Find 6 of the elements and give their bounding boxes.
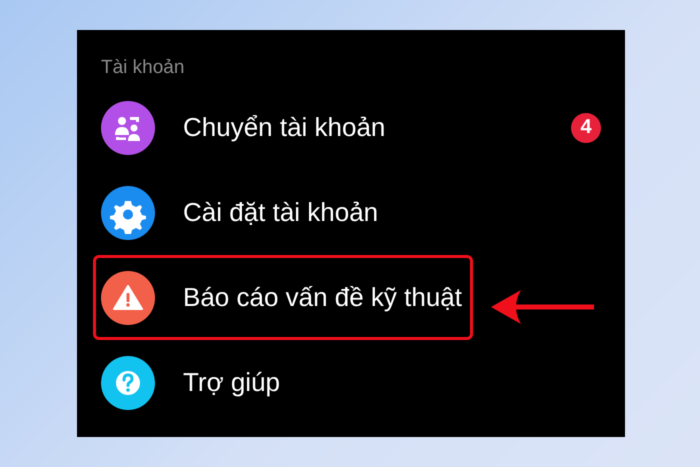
section-title: Tài khoản xyxy=(101,56,184,80)
notification-badge: 4 xyxy=(571,112,601,142)
menu-item[interactable]: Trợ giúp xyxy=(93,340,292,425)
menu-item[interactable]: Chuyển tài khoản xyxy=(93,85,396,170)
highlighted-menu-item[interactable]: Báo cáo vấn đề kỹ thuật xyxy=(93,255,473,340)
menu-item[interactable]: Cài đặt tài khoản xyxy=(93,170,390,255)
